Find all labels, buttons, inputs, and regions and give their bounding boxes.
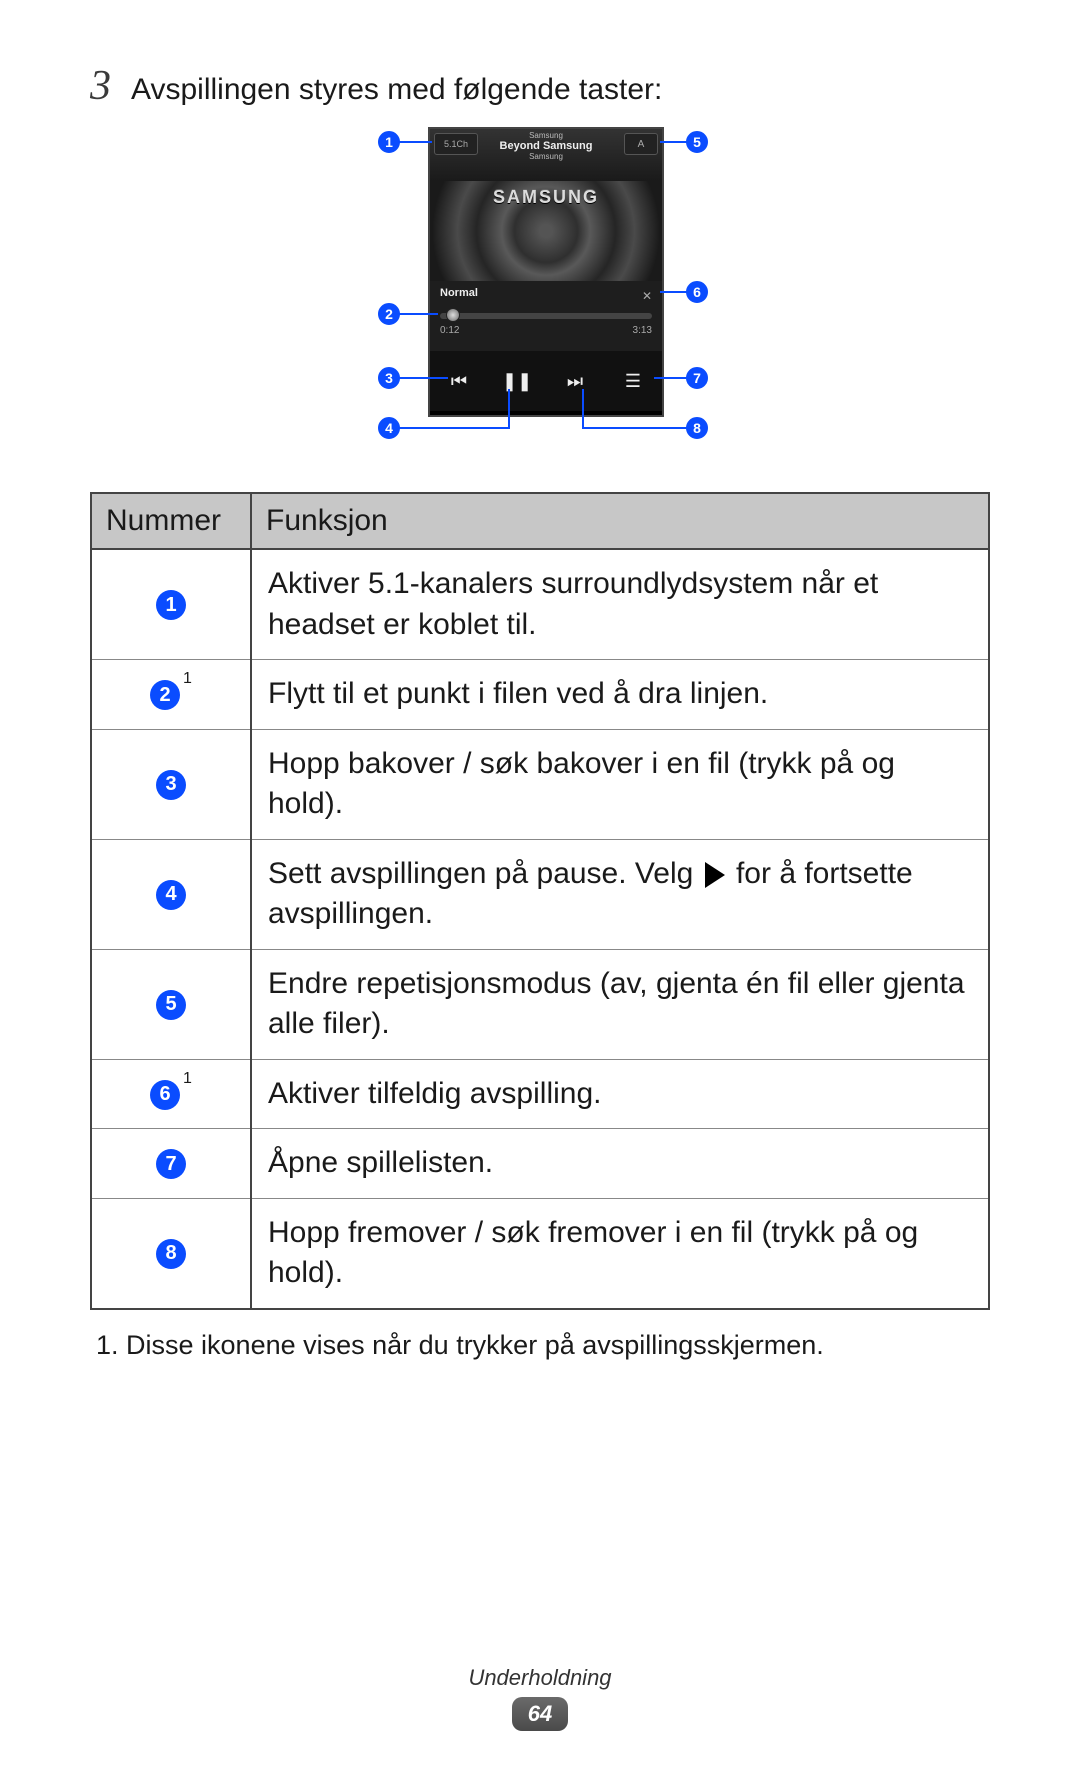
row-func: Endre repetisjonsmodus (av, gjenta én fi… <box>251 949 989 1059</box>
progress-track <box>440 313 652 319</box>
footer-page-number: 64 <box>512 1697 568 1731</box>
player-screenshot: 5.1Ch A Samsung Beyond Samsung Samsung S… <box>428 127 664 417</box>
player-titlebar: 5.1Ch A Samsung Beyond Samsung Samsung <box>430 129 662 181</box>
player-diagram: 5.1Ch A Samsung Beyond Samsung Samsung S… <box>370 127 710 467</box>
row-badge: 3 <box>156 770 186 800</box>
table-row: 7 Åpne spillelisten. <box>91 1129 989 1199</box>
table-row: 5 Endre repetisjonsmodus (av, gjenta én … <box>91 949 989 1059</box>
row-badge: 1 <box>156 590 186 620</box>
step-line: 3 Avspillingen styres med følgende taste… <box>90 65 990 107</box>
next-icon: ⏭ <box>560 371 590 392</box>
row-func: Hopp bakover / søk bakover i en fil (try… <box>251 729 989 839</box>
surround-button: 5.1Ch <box>434 133 478 155</box>
row-badge: 6 <box>150 1080 180 1110</box>
row-func: Aktiver tilfeldig avspilling. <box>251 1059 989 1129</box>
col-number-header: Nummer <box>91 493 251 549</box>
repeat-button: A <box>624 133 658 155</box>
row-badge: 8 <box>156 1239 186 1269</box>
table-row: 1 Aktiver 5.1-kanalers surroundlydsystem… <box>91 549 989 660</box>
callout-8-badge: 8 <box>686 417 708 439</box>
table-row: 4 Sett avspillingen på pause. Velg for å… <box>91 839 989 949</box>
playlist-icon: ☰ <box>618 371 648 392</box>
prev-icon: ⏮ <box>444 371 474 392</box>
table-row: 3 Hopp bakover / søk bakover i en fil (t… <box>91 729 989 839</box>
callout-6-badge: 6 <box>686 281 708 303</box>
callout-2-badge: 2 <box>378 303 400 325</box>
callout-4-badge: 4 <box>378 417 400 439</box>
step-text: Avspillingen styres med følgende taster: <box>131 73 662 107</box>
row-sup: 1 <box>183 668 192 690</box>
row-badge: 4 <box>156 880 186 910</box>
row-func: Åpne spillelisten. <box>251 1129 989 1199</box>
progress-knob <box>446 308 460 322</box>
row-func: Hopp fremover / søk fremover i en fil (t… <box>251 1198 989 1309</box>
table-row: 8 Hopp fremover / søk fremover i en fil … <box>91 1198 989 1309</box>
samsung-logo: SAMSUNG <box>493 187 599 208</box>
callout-7-badge: 7 <box>686 367 708 389</box>
callout-1-badge: 1 <box>378 131 400 153</box>
progress-area: Normal ✕ 0:12 3:13 <box>430 281 662 351</box>
row-sup: 1 <box>183 1068 192 1090</box>
row-badge: 7 <box>156 1149 186 1179</box>
step-number: 3 <box>90 65 111 107</box>
row-badge: 5 <box>156 990 186 1020</box>
footer-category: Underholdning <box>0 1665 1080 1691</box>
row-func: Sett avspillingen på pause. Velg for å f… <box>251 839 989 949</box>
row-func: Flytt til et punkt i filen ved å dra lin… <box>251 660 989 730</box>
table-row: 21 Flytt til et punkt i filen ved å dra … <box>91 660 989 730</box>
callout-5-badge: 5 <box>686 131 708 153</box>
row-func-pre: Sett avspillingen på pause. Velg <box>268 857 702 890</box>
callout-3-badge: 3 <box>378 367 400 389</box>
table-row: 61 Aktiver tilfeldig avspilling. <box>91 1059 989 1129</box>
album-art: SAMSUNG <box>430 181 662 281</box>
controls-bar: ⏮ ❚❚ ⏭ ☰ <box>430 351 662 411</box>
row-badge: 2 <box>150 680 180 710</box>
page-footer: Underholdning 64 <box>0 1665 1080 1731</box>
function-table: Nummer Funksjon 1 Aktiver 5.1-kanalers s… <box>90 492 990 1310</box>
elapsed-time: 0:12 <box>440 325 459 336</box>
play-icon <box>705 862 725 888</box>
eq-label: Normal <box>440 287 478 299</box>
shuffle-icon: ✕ <box>642 289 652 303</box>
footnote: 1. Disse ikonene vises når du trykker på… <box>90 1330 990 1361</box>
total-time: 3:13 <box>633 325 652 336</box>
pause-icon: ❚❚ <box>502 371 532 392</box>
row-func: Aktiver 5.1-kanalers surroundlydsystem n… <box>251 549 989 660</box>
col-function-header: Funksjon <box>251 493 989 549</box>
